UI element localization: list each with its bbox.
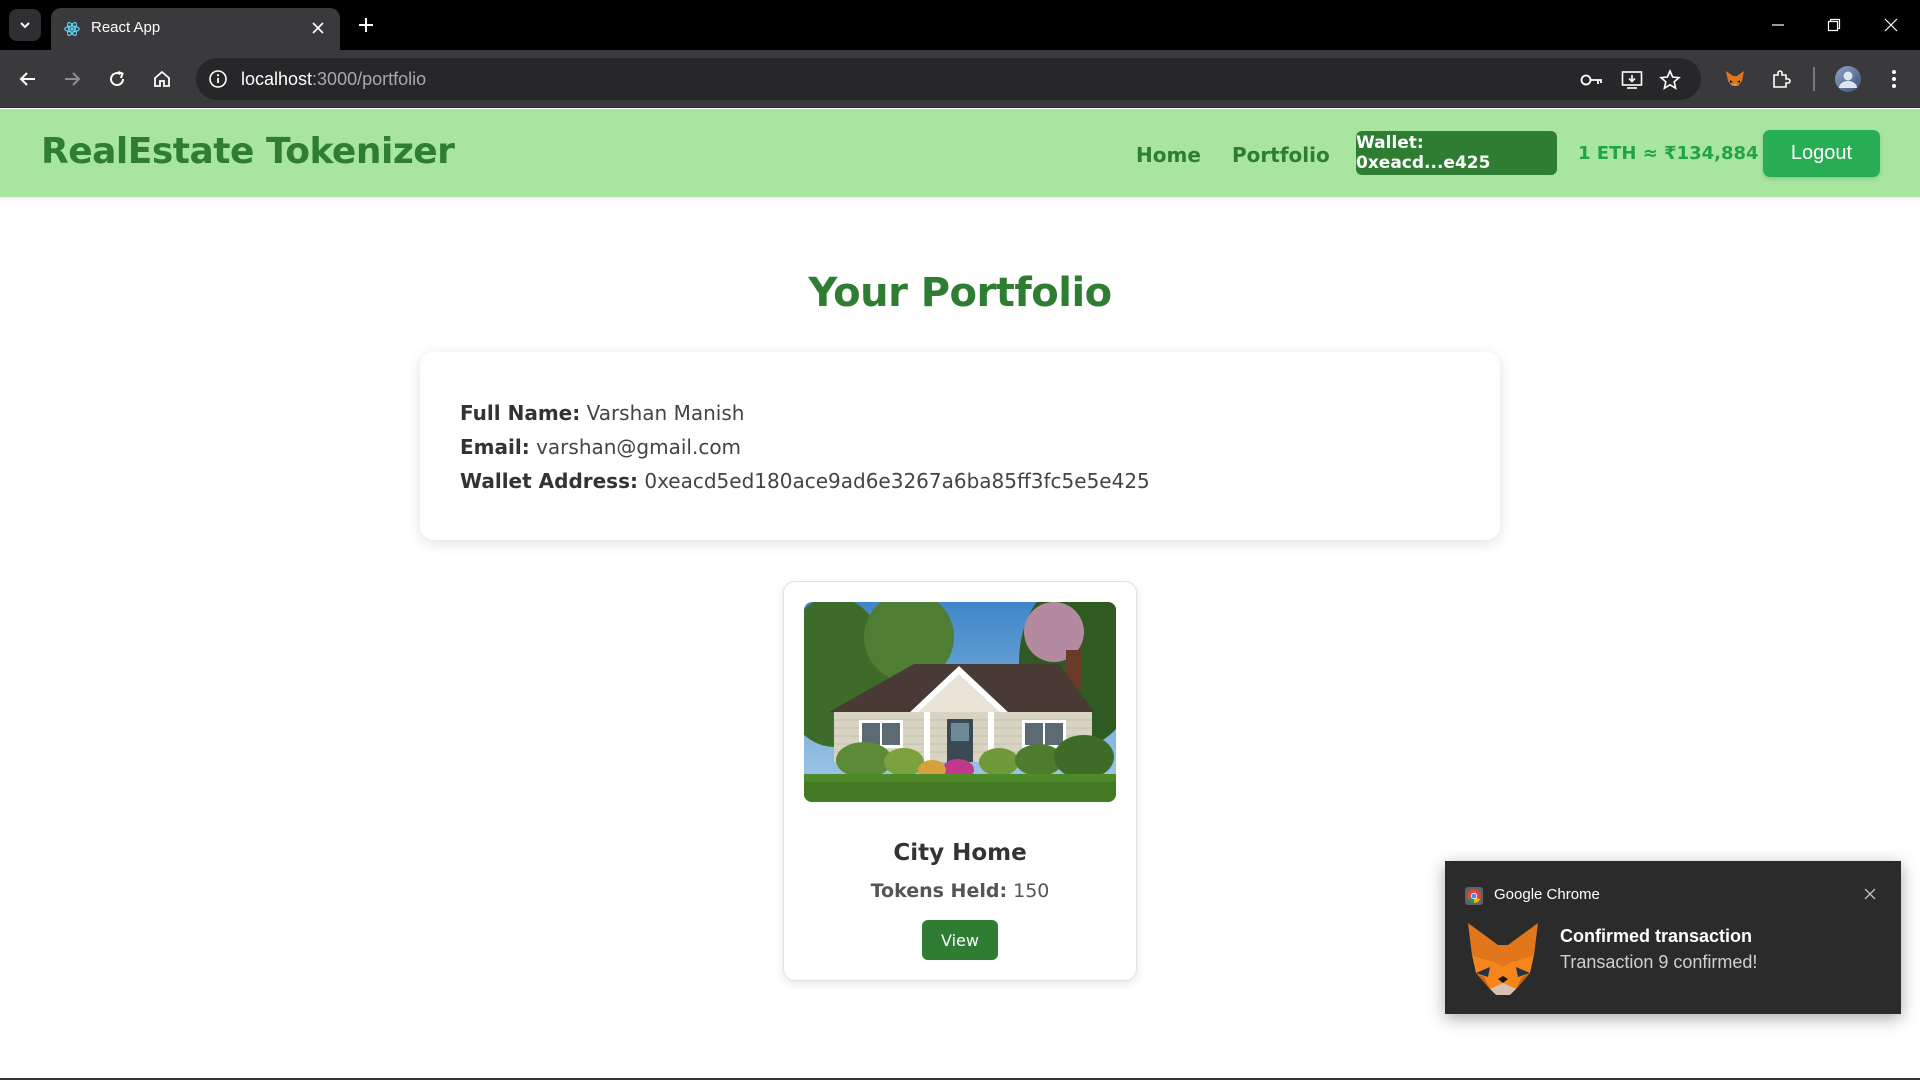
extensions-button[interactable] [1766, 64, 1796, 94]
notification-title: Confirmed transaction [1560, 926, 1753, 946]
url-path: :3000/portfolio [312, 69, 427, 89]
arrow-left-icon [19, 72, 35, 86]
full-name-row: Full Name: Varshan Manish [460, 401, 744, 425]
browser-tab[interactable]: React App [51, 8, 340, 50]
brand-logo[interactable]: RealEstate Tokenizer [41, 131, 455, 172]
avatar [1835, 66, 1861, 92]
site-info-icon[interactable] [206, 67, 230, 91]
property-card: City Home Tokens Held: 150 View [783, 581, 1137, 981]
email-label: Email: [460, 435, 530, 459]
url-host: localhost [241, 69, 313, 89]
property-image [804, 602, 1116, 802]
full-name-value: Varshan Manish [586, 401, 745, 425]
wallet-address-value: 0xeacd5ed180ace9ad6e3267a6ba85ff3fc5e5e4… [644, 469, 1150, 493]
wallet-badge: Wallet: 0xeacd...e425 [1356, 131, 1557, 175]
install-app-icon[interactable] [1619, 67, 1645, 93]
chrome-menu-button[interactable] [1879, 64, 1909, 94]
nav-portfolio-link[interactable]: Portfolio [1232, 143, 1330, 167]
close-icon [1864, 888, 1876, 900]
email-value: varshan@gmail.com [536, 435, 742, 459]
address-bar[interactable]: localhost:3000/portfolio [196, 58, 1701, 100]
chevron-down-icon [20, 22, 30, 29]
minimize-icon [1772, 24, 1784, 26]
tab-close-button[interactable] [308, 18, 328, 38]
nav-home-link[interactable]: Home [1136, 143, 1201, 167]
password-key-icon[interactable] [1579, 67, 1605, 93]
home-button[interactable] [147, 64, 177, 94]
chrome-icon [1465, 887, 1483, 905]
restore-button[interactable] [1819, 10, 1849, 40]
tab-title: React App [91, 19, 161, 36]
metamask-fox-icon [1726, 71, 1744, 86]
profile-card: Full Name: Varshan Manish Email: varshan… [420, 352, 1500, 540]
browser-toolbar: localhost:3000/portfolio [0, 50, 1920, 108]
wallet-address-label: Wallet Address: [460, 469, 638, 493]
minimize-button[interactable] [1763, 10, 1793, 40]
view-property-button[interactable]: View [922, 920, 998, 960]
app-navbar: RealEstate Tokenizer Home Portfolio Wall… [0, 109, 1920, 197]
reload-button[interactable] [102, 64, 132, 94]
browser-tab-strip: React App [0, 0, 1920, 50]
tokens-held-label: Tokens Held: [870, 880, 1008, 902]
full-name-label: Full Name: [460, 401, 581, 425]
puzzle-icon [1773, 70, 1791, 88]
property-tokens-row: Tokens Held: 150 [784, 880, 1136, 902]
react-icon [64, 22, 80, 36]
notification-app-name: Google Chrome [1494, 886, 1600, 903]
property-name: City Home [893, 840, 1027, 866]
kebab-menu-icon [1892, 70, 1896, 88]
tab-search-button[interactable] [9, 9, 41, 41]
profile-avatar-button[interactable] [1832, 63, 1864, 95]
arrow-right-icon [65, 72, 81, 86]
reload-icon [110, 71, 125, 87]
plus-icon [359, 18, 373, 32]
notification-close-button[interactable] [1859, 883, 1881, 905]
metamask-fox-icon [1468, 923, 1538, 995]
notification-toast[interactable]: Google Chrome Confirmed transaction Tran… [1445, 861, 1901, 1014]
notification-body: Transaction 9 confirmed! [1560, 952, 1758, 972]
close-icon [1884, 18, 1898, 32]
bookmark-star-icon[interactable] [1657, 67, 1683, 93]
url-text[interactable]: localhost:3000/portfolio [241, 69, 426, 90]
close-icon [312, 22, 324, 34]
email-row: Email: varshan@gmail.com [460, 435, 741, 459]
toolbar-divider [1813, 67, 1815, 91]
tokens-held-value: 150 [1013, 880, 1050, 902]
page-title: Your Portfolio [808, 270, 1112, 316]
restore-icon [1827, 18, 1841, 32]
metamask-extension-button[interactable] [1720, 64, 1750, 94]
wallet-address-row: Wallet Address: 0xeacd5ed180ace9ad6e3267… [460, 469, 1150, 493]
new-tab-button[interactable] [353, 12, 379, 38]
eth-rate: 1 ETH ≈ ₹134,884 [1578, 143, 1759, 164]
forward-button[interactable] [57, 64, 87, 94]
close-window-button[interactable] [1876, 10, 1906, 40]
logout-button[interactable]: Logout [1763, 130, 1880, 177]
home-icon [154, 70, 170, 87]
back-button[interactable] [13, 64, 43, 94]
